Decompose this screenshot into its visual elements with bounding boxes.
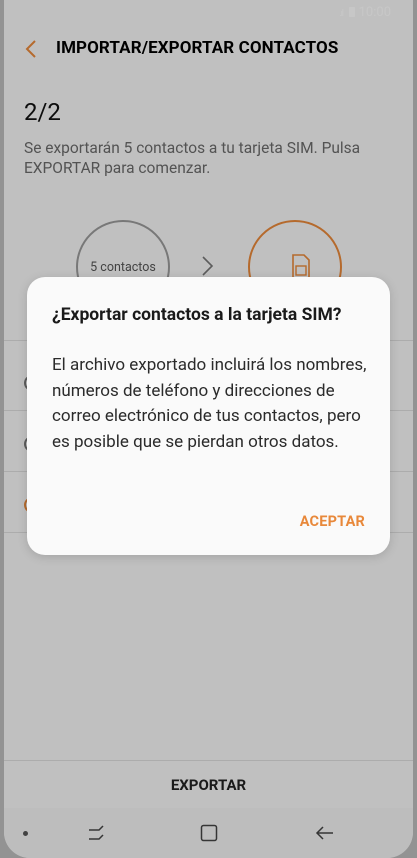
dialog-title: ¿Exportar contactos a la tarjeta SIM? (52, 305, 342, 325)
export-confirm-dialog: ¿Exportar contactos a la tarjeta SIM? El… (27, 277, 390, 555)
dialog-body: El archivo exportado incluirá los nombre… (52, 355, 367, 452)
accept-button[interactable]: ACEPTAR (300, 513, 365, 530)
